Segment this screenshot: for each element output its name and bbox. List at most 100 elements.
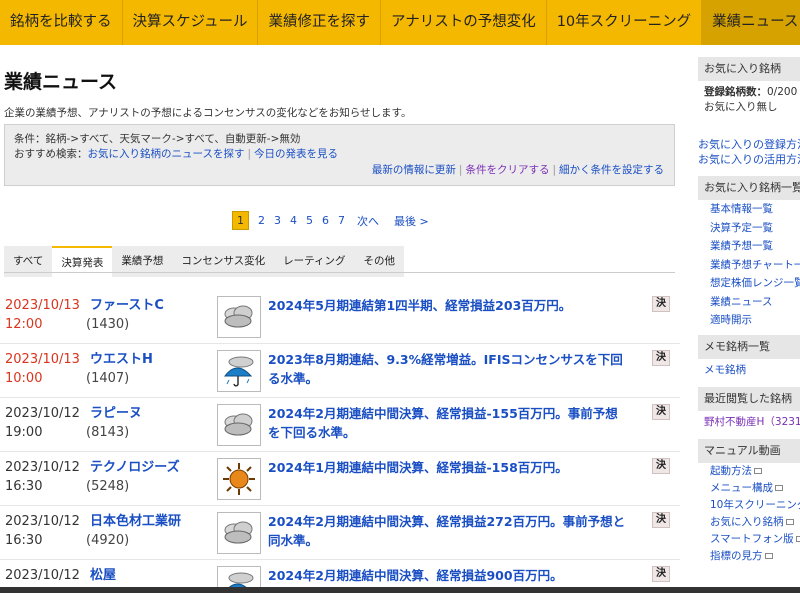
favorites-news-link[interactable]: お気に入り銘柄のニュースを探す [88, 148, 245, 160]
news-headline-link[interactable]: 2024年2月期連結中間決算、経常損益272百万円。事前予想と同水準。 [268, 512, 628, 550]
recent-body: 野村不動産H（3231） [698, 411, 800, 434]
fav-list-link[interactable]: 業績予想一覧 [710, 240, 773, 252]
fav-list-link[interactable]: 業績予想チャート一覧 [710, 259, 800, 271]
page-link[interactable]: 3 [274, 214, 281, 227]
news-company: 日本色材工業研 (4920) [86, 512, 181, 550]
weather-cloudy-icon [217, 296, 261, 338]
fav-count-label: 登録銘柄数： [704, 86, 767, 98]
company-link[interactable]: 松屋 [90, 568, 116, 583]
nav-compare[interactable]: 銘柄を比較する [0, 0, 123, 45]
news-headline-link[interactable]: 2024年1月期連結中間決算、経常損益-158百万円。 [268, 458, 628, 477]
nav-revisions[interactable]: 業績修正を探す [258, 0, 381, 45]
weather-cloudy-icon [217, 512, 261, 554]
news-datetime: 2023/10/12 [5, 566, 80, 585]
external-window-icon [785, 518, 794, 525]
news-headline-link[interactable]: 2024年5月期連結第1四半期、経常損益203百万円。 [268, 296, 628, 315]
news-datetime: 2023/10/13 12:00 [5, 296, 80, 334]
fav-summary: 登録銘柄数：0/200 お気に入り無し [698, 81, 800, 119]
fav-head: お気に入り銘柄 [698, 57, 800, 81]
page-link[interactable]: 5 [306, 214, 313, 227]
page-link[interactable]: 7 [338, 214, 345, 227]
clear-conditions-link[interactable]: 条件をクリアする [465, 164, 549, 176]
external-window-icon [764, 552, 773, 559]
fav-list-item: 業績予想チャート一覧 [698, 256, 800, 275]
tab-divider [4, 272, 675, 273]
news-datetime: 2023/10/12 19:00 [5, 404, 80, 442]
nav-screening[interactable]: 10年スクリーニング [547, 0, 703, 45]
stock-code: (4920) [86, 533, 130, 548]
news-company: ラピーヌ (8143) [86, 404, 142, 442]
fav-list-item: 業績予想一覧 [698, 237, 800, 256]
memo-body: メモ銘柄 [698, 359, 800, 382]
manual-list-item: 10年スクリーニング [698, 497, 800, 514]
fav-list-head: お気に入り銘柄一覧 [698, 176, 800, 200]
external-window-icon [775, 484, 783, 491]
manual-link[interactable]: スマートフォン版 [710, 533, 794, 545]
manual-link[interactable]: メニュー構成 [710, 482, 773, 494]
manual-link[interactable]: 起動方法 [710, 465, 752, 477]
weather-rain-icon [217, 350, 261, 392]
news-datetime: 2023/10/13 10:00 [5, 350, 80, 388]
manual-list-item: スマートフォン版 [698, 531, 800, 548]
page-next[interactable]: 次へ [357, 213, 379, 229]
news-time: 12:00 [5, 317, 43, 332]
news-headline-link[interactable]: 2024年2月期連結中間決算、経常損益900百万円。 [268, 566, 628, 585]
news-datetime: 2023/10/12 16:30 [5, 458, 80, 496]
news-headline-link[interactable]: 2023年8月期連結、9.3%経常増益。IFISコンセンサスを下回る水準。 [268, 350, 628, 388]
fav-register-link[interactable]: お気に入りの登録方法 [698, 138, 800, 151]
top-navigation: 銘柄を比較する 決算スケジュール 業績修正を探す アナリストの予想変化 10年ス… [0, 0, 800, 45]
company-link[interactable]: ウエストH [90, 352, 153, 367]
company-link[interactable]: ファーストC [90, 298, 164, 313]
page-last[interactable]: 最後 > [394, 213, 429, 229]
company-link[interactable]: テクノロジーズ [90, 460, 180, 475]
fav-list-link[interactable]: 基本情報一覧 [710, 203, 773, 215]
nav-news[interactable]: 業績ニュース [702, 0, 800, 45]
refresh-link[interactable]: 最新の情報に更新 [372, 164, 456, 176]
stock-code: (1430) [86, 317, 130, 332]
recommend-label: おすすめ検索： [14, 148, 88, 160]
condition-text: 条件：銘柄->すべて、天気マーク->すべて、自動更新->無効 [14, 133, 301, 145]
earnings-badge: 決 [652, 404, 670, 420]
main-content: 業績ニュース 企業の業績予想、アナリストの予想によるコンセンサスの変化などをお知… [0, 45, 690, 593]
manual-link[interactable]: 指標の見方 [710, 550, 763, 562]
news-date: 2023/10/13 [5, 352, 80, 367]
news-company: ウエストH (1407) [86, 350, 153, 388]
weather-cloudy-icon [217, 404, 261, 446]
recent-item-link[interactable]: 野村不動産H（3231） [704, 416, 800, 428]
manual-link[interactable]: お気に入り銘柄 [710, 516, 784, 528]
news-time: 19:00 [5, 425, 43, 440]
page-link[interactable]: 2 [258, 214, 265, 227]
news-time: 16:30 [5, 533, 43, 548]
fav-list-link[interactable]: 決算予定一覧 [710, 222, 773, 234]
fav-list-item: 想定株価レンジ一覧 [698, 274, 800, 293]
manual-list-item: メニュー構成 [698, 480, 800, 497]
stock-code: (1407) [86, 371, 130, 386]
manual-link[interactable]: 10年スクリーニング [710, 499, 800, 511]
fav-list-item: 基本情報一覧 [698, 200, 800, 219]
fav-list-item: 決算予定一覧 [698, 219, 800, 238]
page-link[interactable]: 6 [322, 214, 329, 227]
news-row: 2023/10/12 19:00 ラピーヌ (8143) 2024年2月期連結中間決算、… [0, 398, 680, 452]
fav-list-link[interactable]: 業績ニュース [710, 296, 772, 308]
nav-analyst[interactable]: アナリストの予想変化 [381, 0, 547, 45]
company-link[interactable]: 日本色材工業研 [90, 514, 181, 529]
fav-list-item: 適時開示 [698, 311, 800, 330]
fav-list: 基本情報一覧決算予定一覧業績予想一覧業績予想チャート一覧想定株価レンジ一覧業績ニ… [698, 200, 800, 330]
news-date: 2023/10/12 [5, 460, 80, 475]
external-window-icon [795, 535, 800, 542]
earnings-badge: 決 [652, 566, 670, 582]
fav-list-link[interactable]: 適時開示 [710, 314, 752, 326]
fav-usage-link[interactable]: お気に入りの活用方法 [698, 153, 800, 166]
earnings-badge: 決 [652, 458, 670, 474]
today-announcements-link[interactable]: 今日の発表を見る [254, 148, 338, 160]
page-link[interactable]: 4 [290, 214, 297, 227]
fav-list-link[interactable]: 想定株価レンジ一覧 [710, 277, 800, 289]
nav-schedule[interactable]: 決算スケジュール [123, 0, 259, 45]
stock-code: (5248) [86, 479, 130, 494]
company-link[interactable]: ラピーヌ [90, 406, 142, 421]
detail-conditions-link[interactable]: 細かく条件を設定する [559, 164, 664, 176]
memo-head: メモ銘柄一覧 [698, 334, 800, 359]
memo-link[interactable]: メモ銘柄 [704, 364, 746, 376]
news-company: テクノロジーズ (5248) [86, 458, 180, 496]
news-headline-link[interactable]: 2024年2月期連結中間決算、経常損益-155百万円。事前予想を下回る水準。 [268, 404, 628, 442]
